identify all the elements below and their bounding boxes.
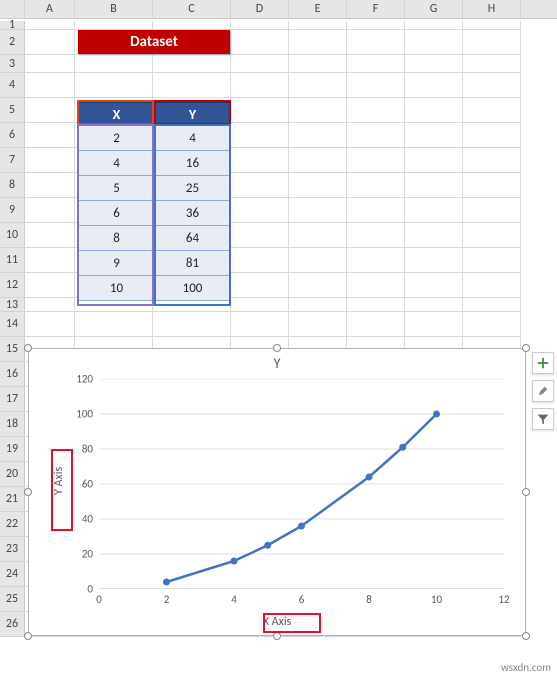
row-header-16[interactable]: 16 — [0, 362, 25, 387]
data-table[interactable]: X Y 2441652563686498110100 — [78, 102, 231, 301]
row-header-4[interactable]: 4 — [0, 73, 25, 98]
row-header-25[interactable]: 25 — [0, 587, 25, 612]
chart-svg — [99, 379, 504, 589]
col-header-D[interactable]: D — [231, 0, 289, 18]
cell-y-3[interactable]: 36 — [155, 201, 231, 226]
row-header-6[interactable]: 6 — [0, 123, 25, 148]
dataset-title-banner: Dataset — [78, 30, 230, 54]
header-x[interactable]: X — [79, 103, 155, 126]
col-header-C[interactable]: C — [153, 0, 231, 18]
chart-resize-handle[interactable] — [273, 344, 281, 352]
row-header-20[interactable]: 20 — [0, 462, 25, 487]
filter-icon — [536, 412, 550, 426]
row-header-7[interactable]: 7 — [0, 148, 25, 173]
row-header-10[interactable]: 10 — [0, 223, 25, 248]
row-header-22[interactable]: 22 — [0, 512, 25, 537]
cell-y-0[interactable]: 4 — [155, 126, 231, 151]
row-header-15[interactable]: 15 — [0, 337, 25, 362]
y-axis-label[interactable]: Y Axis — [52, 467, 66, 495]
row-header-26[interactable]: 26 — [0, 612, 25, 637]
cell-x-6[interactable]: 10 — [79, 276, 155, 301]
plus-icon — [536, 356, 550, 370]
col-header-B[interactable]: B — [75, 0, 153, 18]
chart-elements-button[interactable] — [532, 352, 554, 374]
row-header-1[interactable]: 1 — [0, 21, 25, 30]
cell-y-1[interactable]: 16 — [155, 151, 231, 176]
row-header-21[interactable]: 21 — [0, 487, 25, 512]
y-axis-ticks: 020406080100120 — [71, 379, 97, 589]
col-header-G[interactable]: G — [405, 0, 463, 18]
brush-icon — [536, 384, 550, 398]
cell-y-2[interactable]: 25 — [155, 176, 231, 201]
chart-resize-handle[interactable] — [24, 344, 32, 352]
cell-y-6[interactable]: 100 — [155, 276, 231, 301]
row-header-9[interactable]: 9 — [0, 198, 25, 223]
cell-x-4[interactable]: 8 — [79, 226, 155, 251]
row-header-11[interactable]: 11 — [0, 248, 25, 273]
row-header-13[interactable]: 13 — [0, 298, 25, 312]
chart-resize-handle[interactable] — [522, 632, 530, 640]
plot-area[interactable] — [99, 379, 504, 589]
row-header-24[interactable]: 24 — [0, 562, 25, 587]
chart-resize-handle[interactable] — [522, 344, 530, 352]
column-headers[interactable]: ABCDEFGH — [0, 0, 557, 19]
cell-x-2[interactable]: 5 — [79, 176, 155, 201]
cell-x-1[interactable]: 4 — [79, 151, 155, 176]
col-header-E[interactable]: E — [289, 0, 347, 18]
cell-x-5[interactable]: 9 — [79, 251, 155, 276]
col-header-H[interactable]: H — [463, 0, 521, 18]
row-header-8[interactable]: 8 — [0, 173, 25, 198]
chart-filters-button[interactable] — [532, 408, 554, 430]
chart-resize-handle[interactable] — [273, 632, 281, 640]
x-axis-label[interactable]: X Axis — [29, 615, 525, 629]
chart-resize-handle[interactable] — [522, 488, 530, 496]
chart-resize-handle[interactable] — [24, 632, 32, 640]
header-y[interactable]: Y — [155, 103, 231, 126]
row-header-18[interactable]: 18 — [0, 412, 25, 437]
row-header-3[interactable]: 3 — [0, 55, 25, 73]
cell-y-5[interactable]: 81 — [155, 251, 231, 276]
row-header-14[interactable]: 14 — [0, 312, 25, 337]
row-header-23[interactable]: 23 — [0, 537, 25, 562]
row-header-19[interactable]: 19 — [0, 437, 25, 462]
row-header-17[interactable]: 17 — [0, 387, 25, 412]
chart-container[interactable]: Y 020406080100120 024681012 Y Axis X Axi… — [28, 348, 526, 636]
cell-x-3[interactable]: 6 — [79, 201, 155, 226]
row-header-2[interactable]: 2 — [0, 30, 25, 55]
row-header-5[interactable]: 5 — [0, 98, 25, 123]
cell-y-4[interactable]: 64 — [155, 226, 231, 251]
chart-side-buttons — [532, 352, 554, 430]
row-headers[interactable]: 1234567891011121314151617181920212223242… — [0, 21, 25, 637]
col-header-F[interactable]: F — [347, 0, 405, 18]
chart-styles-button[interactable] — [532, 380, 554, 402]
watermark: wsxdn.com — [501, 661, 551, 674]
chart-title[interactable]: Y — [29, 349, 525, 374]
cell-x-0[interactable]: 2 — [79, 126, 155, 151]
row-header-12[interactable]: 12 — [0, 273, 25, 298]
chart-resize-handle[interactable] — [24, 488, 32, 496]
col-header-A[interactable]: A — [25, 0, 75, 18]
